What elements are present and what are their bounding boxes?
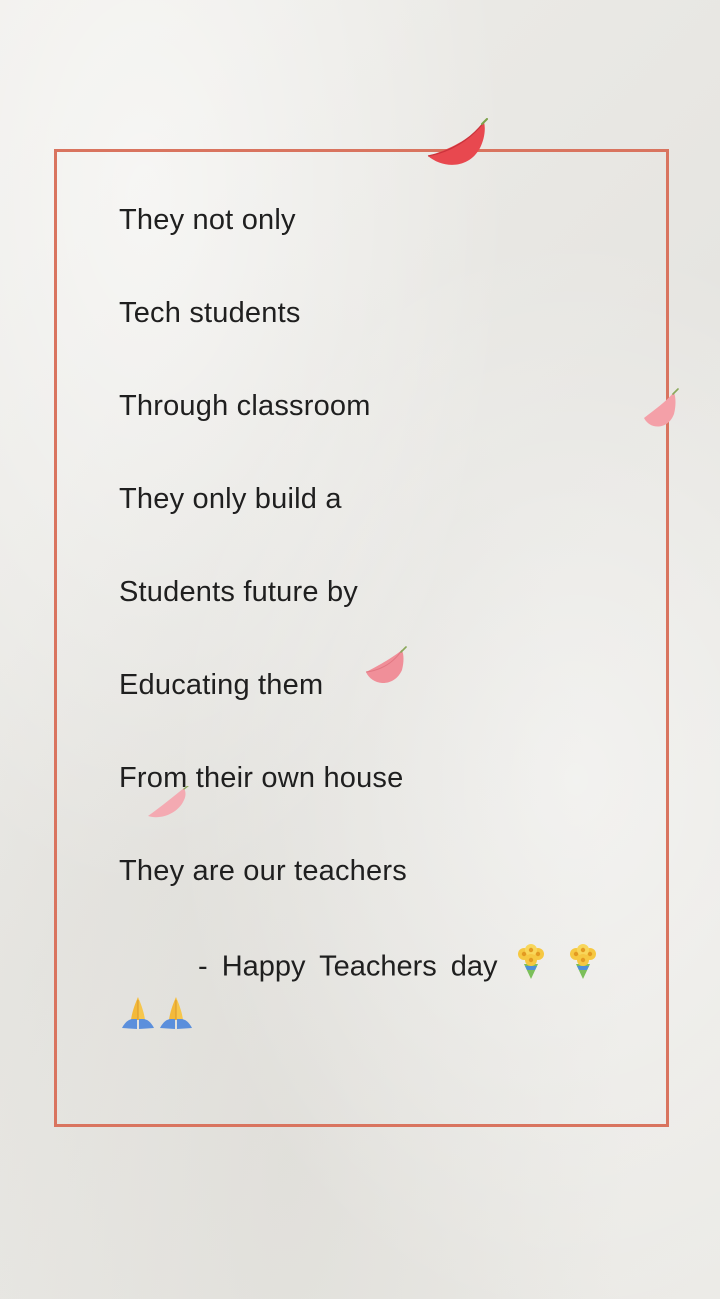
poem-line: They are our teachers <box>119 855 407 887</box>
red-petal-icon <box>427 118 488 165</box>
signoff: - Happy Teachers day <box>119 942 619 1046</box>
poem-line: Tech students <box>119 297 301 329</box>
poem-lines: They not only Tech students Through clas… <box>119 198 619 942</box>
poem-line: They only build a <box>119 483 342 515</box>
bouquet-icon <box>512 942 550 994</box>
poem-line: From their own house <box>119 762 404 794</box>
pink-petal-icon <box>644 388 679 427</box>
poem-line: They not only <box>119 204 296 236</box>
folded-hands-icon <box>157 994 195 1046</box>
poem-line: Through classroom <box>119 390 371 422</box>
signoff-text: - Happy Teachers day <box>198 950 498 983</box>
poem-line: Students future by <box>119 576 358 608</box>
bouquet-icon <box>564 942 602 994</box>
poem-line: Educating them <box>119 669 324 701</box>
folded-hands-icon <box>119 994 157 1046</box>
